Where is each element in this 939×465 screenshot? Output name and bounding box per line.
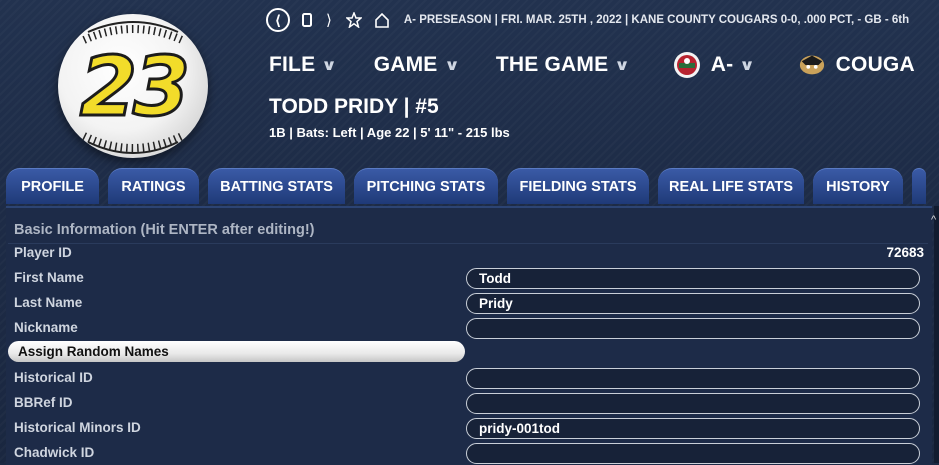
player-info: 1B | Bats: Left | Age 22 | 5' 11" - 215 … xyxy=(269,125,510,140)
scroll-up-icon[interactable]: ^ xyxy=(931,214,936,226)
menu-team[interactable]: COUGA xyxy=(798,51,915,79)
league-logo-icon xyxy=(673,52,700,78)
page-icon[interactable] xyxy=(302,13,312,27)
menu-league[interactable]: A- ∨ xyxy=(673,51,756,79)
section-title: Basic Information (Hit ENTER after editi… xyxy=(14,222,315,238)
tab-more[interactable] xyxy=(912,168,926,204)
divider xyxy=(8,243,928,244)
menu-game-label: GAME xyxy=(373,53,438,76)
team-logo-icon xyxy=(799,55,824,75)
chevron-down-icon: ∨ xyxy=(443,57,460,74)
scrollbar[interactable] xyxy=(934,206,939,463)
chevron-down-icon: ∨ xyxy=(614,57,631,74)
top-bar: ⟨ ⟩ A- PRESEASON | FRI. MAR. 25TH , 2022… xyxy=(266,8,909,32)
main-menu: FILE ∨ GAME ∨ THE GAME ∨ A- ∨ COUGA xyxy=(269,50,915,80)
menu-the-game[interactable]: THE GAME ∨ xyxy=(495,53,631,77)
tab-profile[interactable]: PROFILE xyxy=(6,168,99,204)
tab-ratings[interactable]: RATINGS xyxy=(108,168,199,204)
player-name: TODD PRIDY | #5 xyxy=(269,95,439,118)
historical-id-field[interactable] xyxy=(466,368,920,389)
historical-id-label: Historical ID xyxy=(14,370,93,385)
chadwick-id-field[interactable] xyxy=(466,443,920,464)
first-name-label: First Name xyxy=(14,270,84,285)
menu-the-game-label: THE GAME xyxy=(495,53,609,76)
player-id-label: Player ID xyxy=(14,245,72,260)
tab-pitching-stats[interactable]: PITCHING STATS xyxy=(354,168,498,204)
jersey-number-ball: 23 xyxy=(58,14,208,158)
status-text: A- PRESEASON | FRI. MAR. 25TH , 2022 | K… xyxy=(403,14,910,26)
bbref-id-label: BBRef ID xyxy=(14,395,73,410)
tab-real-life-stats[interactable]: REAL LIFE STATS xyxy=(658,168,804,204)
historical-minors-id-field[interactable]: pridy-001tod xyxy=(466,418,920,439)
tab-history[interactable]: HISTORY xyxy=(813,168,903,204)
star-icon[interactable] xyxy=(345,12,362,28)
jersey-number: 23 xyxy=(78,39,191,137)
back-circle-icon[interactable]: ⟨ xyxy=(266,8,290,32)
last-name-field[interactable]: Pridy xyxy=(466,293,920,314)
last-name-label: Last Name xyxy=(14,295,83,310)
chadwick-id-label: Chadwick ID xyxy=(14,445,95,460)
nickname-field[interactable] xyxy=(466,318,920,339)
player-id-value: 72683 xyxy=(886,245,924,260)
bbref-id-field[interactable] xyxy=(466,393,920,414)
nickname-label: Nickname xyxy=(14,320,78,335)
menu-team-label: COUGA xyxy=(835,53,915,76)
forward-arrow-icon[interactable]: ⟩ xyxy=(326,11,332,29)
historical-minors-id-label: Historical Minors ID xyxy=(14,420,141,435)
menu-league-label: A- xyxy=(710,53,734,76)
menu-file-label: FILE xyxy=(269,53,316,76)
assign-random-names-button[interactable]: Assign Random Names xyxy=(8,341,465,362)
tab-batting-stats[interactable]: BATTING STATS xyxy=(208,168,345,204)
chevron-down-icon: ∨ xyxy=(739,57,756,74)
menu-game[interactable]: GAME ∨ xyxy=(373,53,460,77)
menu-file[interactable]: FILE ∨ xyxy=(269,53,338,77)
first-name-field[interactable]: Todd xyxy=(466,268,920,289)
home-icon[interactable] xyxy=(374,12,390,28)
tab-fielding-stats[interactable]: FIELDING STATS xyxy=(507,168,649,204)
chevron-down-icon: ∨ xyxy=(321,57,338,74)
tab-bar: PROFILE RATINGS BATTING STATS PITCHING S… xyxy=(6,168,926,204)
